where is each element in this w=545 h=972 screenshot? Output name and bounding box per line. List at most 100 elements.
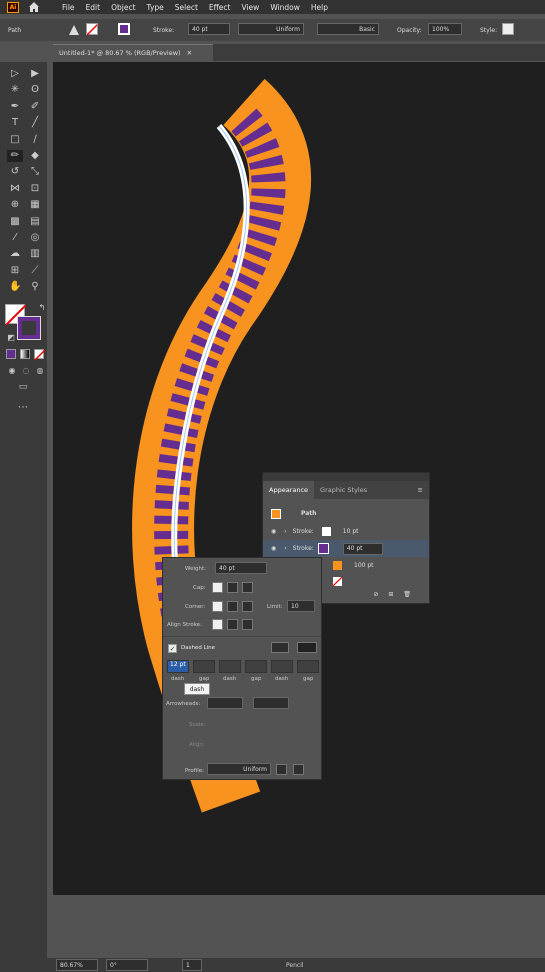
screen-mode-icon[interactable]: ▭ [17,381,29,393]
expand-arrow-icon[interactable]: › [284,545,286,552]
profile-dropdown[interactable]: Uniform [238,23,304,35]
projecting-cap-icon[interactable] [242,582,253,593]
menu-effect[interactable]: Effect [209,3,231,12]
type-tool-icon[interactable]: T [9,117,21,129]
magic-wand-icon[interactable]: ✳ [9,84,21,96]
dashed-line-checkbox[interactable]: ✓ [168,644,177,653]
none-mode-icon[interactable] [34,349,46,361]
align-outside-icon[interactable] [242,619,253,630]
round-join-icon[interactable] [227,601,238,612]
stroke-swatch[interactable] [118,23,130,35]
zoom-tool-icon[interactable]: ⚲ [29,281,41,293]
menu-object[interactable]: Object [111,3,135,12]
default-colors-icon[interactable]: ◩ [5,332,17,344]
width-tool-icon[interactable]: ⋈ [9,183,21,195]
appearance-stroke-row-2[interactable]: ◉ › Stroke: 40 pt [263,540,429,557]
perspective-grid-icon[interactable]: ▦ [29,199,41,211]
eraser-icon[interactable]: ◆ [29,150,41,162]
line-tool-icon[interactable]: ╱ [29,117,41,129]
close-icon[interactable]: ✕ [187,49,192,57]
menu-file[interactable]: File [62,3,75,12]
panel-menu-icon[interactable]: ≡ [418,486,423,494]
opacity-field[interactable]: 100% [428,23,462,35]
butt-cap-icon[interactable] [212,582,223,593]
menu-edit[interactable]: Edit [86,3,101,12]
tab-appearance[interactable]: Appearance [263,481,315,499]
stroke-weight-value[interactable]: 100 pt [354,562,374,569]
color-mode-icon[interactable] [6,349,16,359]
more-tools-icon[interactable]: ⋯ [17,402,29,414]
gradient-tool-icon[interactable]: ▤ [29,216,41,228]
preserve-dash-icon[interactable] [271,642,289,653]
stroke-color-box[interactable] [17,316,41,340]
blend-tool-icon[interactable]: ◎ [29,232,41,244]
end-arrowhead-dropdown[interactable] [253,697,289,709]
paintbrush-icon[interactable]: ∕ [29,134,41,146]
draw-behind-icon[interactable]: ◌ [20,365,32,377]
align-inside-icon[interactable] [227,619,238,630]
menu-help[interactable]: Help [311,3,328,12]
gap-field-3[interactable] [297,660,319,673]
menu-type[interactable]: Type [147,3,164,12]
appearance-object-row[interactable]: Path [263,505,429,522]
gap-field-1[interactable] [193,660,215,673]
stroke-color-swatch[interactable] [317,543,329,554]
dash-field-2[interactable] [219,660,241,673]
draw-inside-icon[interactable]: ◍ [34,365,46,377]
document-tab[interactable]: Untitled-1* @ 80.67 % (RGB/Preview) ✕ [53,44,213,61]
stroke-color-swatch[interactable] [321,527,331,536]
bevel-join-icon[interactable] [242,601,253,612]
selection-tool-icon[interactable]: ▷ [9,68,21,80]
rotation-field[interactable]: 0° [106,959,148,971]
eyedropper-icon[interactable]: ⁄ [9,232,21,244]
limit-field[interactable]: 10 [287,600,315,612]
visibility-eye-icon[interactable]: ◉ [271,545,276,552]
hand-tool-icon[interactable]: ✋ [9,281,21,293]
stroke-color-swatch[interactable] [333,561,342,570]
shape-builder-icon[interactable]: ⊕ [9,199,21,211]
gradient-mode-icon[interactable] [20,349,30,359]
scale-tool-icon[interactable]: ⤡ [29,166,41,178]
draw-normal-icon[interactable]: ◉ [6,365,18,377]
gap-field-2[interactable] [245,660,267,673]
rotate-tool-icon[interactable]: ↺ [9,166,21,178]
fill-swatch[interactable] [86,23,98,35]
home-icon[interactable] [28,1,40,13]
symbol-sprayer-icon[interactable]: ☁ [9,248,21,260]
brush-dropdown[interactable]: Basic [317,23,379,35]
stroke-weight-value[interactable]: 10 pt [343,528,359,535]
artboard-tool-icon[interactable]: ⊞ [9,265,21,277]
rectangle-tool-icon[interactable]: □ [9,134,21,146]
visibility-eye-icon[interactable]: ◉ [271,528,276,535]
swap-colors-icon[interactable]: ↰ [36,302,48,314]
dash-field-1[interactable]: 12 pt [167,660,189,673]
menu-select[interactable]: Select [175,3,198,12]
free-transform-icon[interactable]: ⊡ [29,183,41,195]
flip-along-icon[interactable] [276,764,287,775]
mesh-tool-icon[interactable]: ▩ [9,216,21,228]
align-center-icon[interactable] [212,619,223,630]
flip-across-icon[interactable] [293,764,304,775]
menu-view[interactable]: View [242,3,260,12]
fill-color-swatch[interactable] [332,576,343,587]
dash-field-3[interactable] [271,660,293,673]
direct-selection-tool-icon[interactable]: ▶ [29,68,41,80]
appearance-stroke-row-1[interactable]: ◉ › Stroke: 10 pt [263,523,429,540]
duplicate-item-icon[interactable]: ⊞ [388,591,393,598]
align-dash-corners-icon[interactable] [297,642,317,653]
column-graph-icon[interactable]: ▥ [29,248,41,260]
expand-arrow-icon[interactable]: › [284,528,286,535]
clear-appearance-icon[interactable]: ⊘ [373,591,378,598]
round-cap-icon[interactable] [227,582,238,593]
miter-join-icon[interactable] [212,601,223,612]
start-arrowhead-dropdown[interactable] [207,697,243,709]
artboard-field[interactable]: 1 [182,959,202,971]
delete-icon[interactable]: 🗑 [403,591,411,598]
tab-graphic-styles[interactable]: Graphic Styles [314,486,373,494]
stroke-weight-field[interactable]: 40 pt [342,542,383,555]
menu-window[interactable]: Window [270,3,300,12]
profile-dropdown[interactable]: Uniform [207,763,271,775]
zoom-field[interactable]: 80.67% [56,959,98,971]
warning-icon[interactable] [68,23,80,37]
stroke-weight-field[interactable]: 40 pt [188,23,230,35]
